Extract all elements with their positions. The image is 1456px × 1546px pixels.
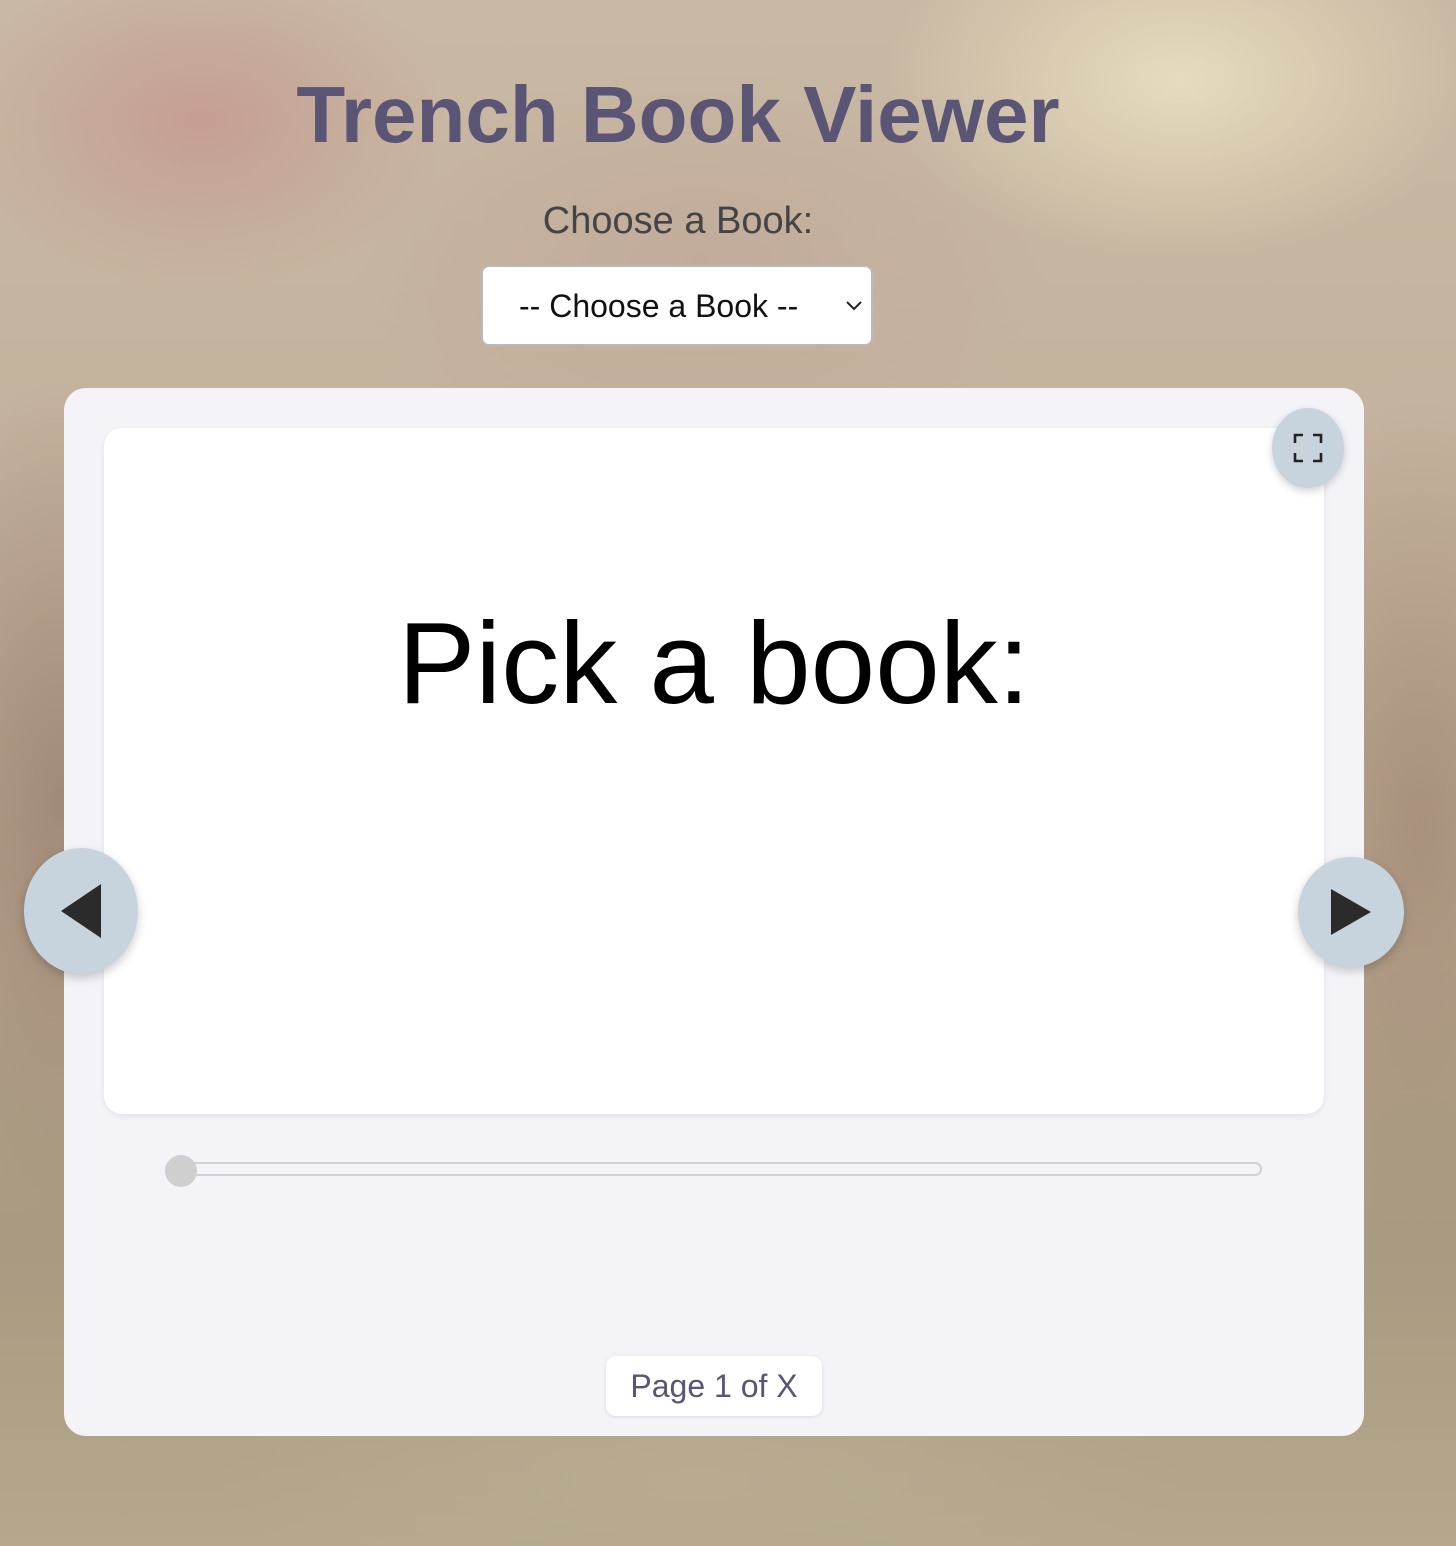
page-slider-thumb[interactable] xyxy=(165,1155,197,1187)
book-select-label: Choose a Book: xyxy=(542,200,814,242)
fullscreen-icon xyxy=(1293,433,1323,463)
book-page: Pick a book: xyxy=(104,428,1324,1114)
page-title: Trench Book Viewer xyxy=(296,70,1060,159)
next-page-button[interactable] xyxy=(1298,857,1404,967)
triangle-left-icon xyxy=(61,884,101,938)
page-content-text: Pick a book: xyxy=(398,598,1030,728)
fullscreen-button[interactable] xyxy=(1272,408,1344,488)
previous-page-button[interactable] xyxy=(24,848,138,974)
viewer-card: Pick a book: Page 1 of X xyxy=(64,388,1364,1436)
page-indicator: Page 1 of X xyxy=(606,1356,822,1416)
book-select-value: -- Choose a Book -- xyxy=(519,288,799,324)
book-select[interactable]: -- Choose a Book -- xyxy=(481,265,873,346)
page-slider-track[interactable] xyxy=(166,1162,1262,1176)
triangle-right-icon xyxy=(1331,889,1371,935)
chevron-down-icon xyxy=(846,301,862,311)
